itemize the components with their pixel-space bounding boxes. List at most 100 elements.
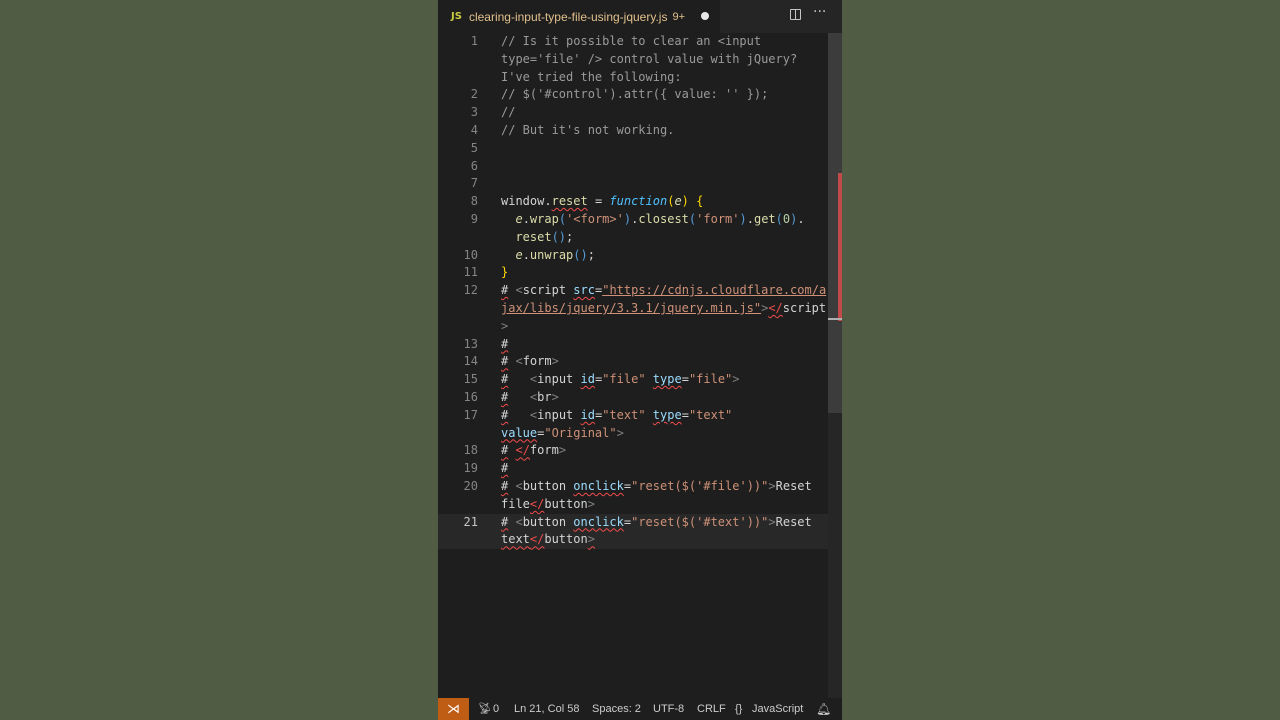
- code-token: id: [580, 407, 595, 422]
- code-line[interactable]: 16 # <br>: [438, 389, 842, 407]
- line-number: 16: [463, 390, 478, 404]
- code-line[interactable]: 1 // Is it possible to clear an <input t…: [438, 33, 842, 86]
- editor-tab[interactable]: JS clearing-input-type-file-using-jquery…: [438, 0, 720, 33]
- code-token: form: [522, 354, 552, 369]
- code-token: #: [501, 461, 509, 476]
- line-number: 11: [463, 265, 478, 280]
- remote-icon[interactable]: ⋊: [438, 698, 469, 720]
- line-number: 2: [470, 87, 478, 102]
- line-number: 13: [463, 336, 478, 351]
- code-token: #: [501, 514, 509, 529]
- indentation[interactable]: Spaces: 2: [592, 698, 641, 720]
- unsaved-dot-icon[interactable]: [701, 12, 709, 20]
- code-token: reset: [551, 194, 588, 209]
- code-line[interactable]: 9 e.wrap('<form>').closest('form').get(0…: [438, 211, 842, 247]
- code-line[interactable]: 5: [438, 140, 842, 158]
- code-token: input: [537, 372, 574, 387]
- code-token: onclick: [573, 479, 624, 493]
- line-number: 19: [463, 461, 478, 476]
- cursor-marker: [828, 318, 842, 320]
- line-number: 6: [470, 158, 478, 173]
- language-mode[interactable]: JavaScript: [752, 698, 803, 720]
- code-token: #: [501, 283, 509, 298]
- code-token: reset: [515, 229, 552, 244]
- line-number: 1: [470, 34, 478, 48]
- javascript-file-icon: JS: [451, 11, 462, 22]
- code-token: "reset($('#text'))": [631, 514, 769, 529]
- code-token: script: [522, 283, 567, 298]
- code-line[interactable]: 12 # <script src="https://cdnjs.cloudfla…: [438, 282, 842, 335]
- code-line[interactable]: 20 # <button onclick="reset($('#file'))"…: [438, 478, 842, 514]
- code-token: id: [580, 372, 595, 387]
- line-number: 14: [463, 354, 478, 369]
- line-number: 3: [470, 105, 478, 120]
- code-line[interactable]: 3 //: [438, 104, 842, 122]
- code-token: "file": [602, 372, 646, 387]
- tab-bar: JS clearing-input-type-file-using-jquery…: [438, 0, 842, 33]
- code-token: window: [501, 194, 545, 209]
- code-token: #: [501, 390, 509, 404]
- line-number: 10: [463, 247, 478, 262]
- code-token: src: [573, 283, 595, 298]
- editor-window: JS clearing-input-type-file-using-jquery…: [438, 0, 842, 720]
- code-token: text: [501, 532, 530, 547]
- code-line[interactable]: 10 e.unwrap();: [438, 247, 842, 265]
- code-token: input: [537, 407, 574, 422]
- code-line[interactable]: 6: [438, 158, 842, 176]
- code-line[interactable]: 4 // But it's not working.: [438, 122, 842, 140]
- code-token: #: [501, 407, 509, 422]
- code-line[interactable]: 8 window.reset = function(e) {: [438, 193, 842, 211]
- line-ending[interactable]: CRLF: [697, 698, 726, 720]
- code-token: "file": [688, 372, 733, 387]
- line-number: 18: [463, 443, 478, 458]
- code-token: value: [501, 425, 538, 440]
- code-token: #: [501, 372, 509, 387]
- error-marker: [838, 173, 842, 321]
- code-line[interactable]: 13 #: [438, 336, 842, 354]
- code-token: type: [652, 372, 682, 387]
- code-token: wrap: [529, 212, 559, 226]
- code-comment: // $('#control').attr({ value: '' });: [501, 87, 769, 102]
- line-number: 15: [463, 372, 478, 387]
- code-token: button: [544, 496, 588, 511]
- line-number: 21: [463, 514, 478, 529]
- code-token: #: [501, 354, 509, 369]
- ports-count[interactable]: 0: [493, 698, 499, 720]
- code-line[interactable]: 17 # <input id="text" type="text" value=…: [438, 407, 842, 443]
- code-line[interactable]: 11 }: [438, 264, 842, 282]
- current-code-line[interactable]: 21 # <button onclick="reset($('#text'))"…: [438, 513, 842, 550]
- code-token: Reset: [775, 479, 812, 493]
- bell-icon[interactable]: 🔔︎: [816, 698, 831, 720]
- ports-icon[interactable]: 📡︎: [478, 698, 492, 720]
- code-token: #: [501, 479, 509, 493]
- code-token: type: [652, 407, 682, 422]
- code-line[interactable]: 7: [438, 175, 842, 193]
- code-token: e: [674, 194, 682, 209]
- cursor-position[interactable]: Ln 21, Col 58: [514, 698, 579, 720]
- code-token: button: [522, 514, 567, 529]
- encoding[interactable]: UTF-8: [653, 698, 684, 720]
- code-token: 'form': [696, 212, 740, 226]
- code-line[interactable]: 19 #: [438, 460, 842, 478]
- code-editor[interactable]: 1 // Is it possible to clear an <input t…: [438, 33, 842, 698]
- line-number: 7: [470, 176, 478, 191]
- more-actions-icon[interactable]: ···: [813, 4, 826, 20]
- code-line[interactable]: 2 // $('#control').attr({ value: '' });: [438, 86, 842, 104]
- vertical-scrollbar[interactable]: [828, 33, 842, 698]
- code-token: "Original": [544, 425, 617, 440]
- code-token: file: [501, 496, 530, 511]
- braces-icon: {}: [735, 703, 743, 715]
- line-number: 20: [463, 479, 478, 493]
- code-token: br: [537, 390, 552, 404]
- code-token: closest: [638, 212, 689, 226]
- code-comment: //: [501, 105, 516, 120]
- code-token: e: [515, 212, 523, 226]
- tab-title: clearing-input-type-file-using-jquery.js: [468, 9, 668, 24]
- split-editor-icon[interactable]: [790, 9, 801, 20]
- code-token: "text": [602, 407, 646, 422]
- code-line[interactable]: 18 # </form>: [438, 442, 842, 460]
- code-line[interactable]: 15 # <input id="file" type="file">: [438, 371, 842, 389]
- code-token: get: [753, 212, 776, 226]
- code-line[interactable]: 14 # <form>: [438, 353, 842, 371]
- code-token: button: [522, 479, 567, 493]
